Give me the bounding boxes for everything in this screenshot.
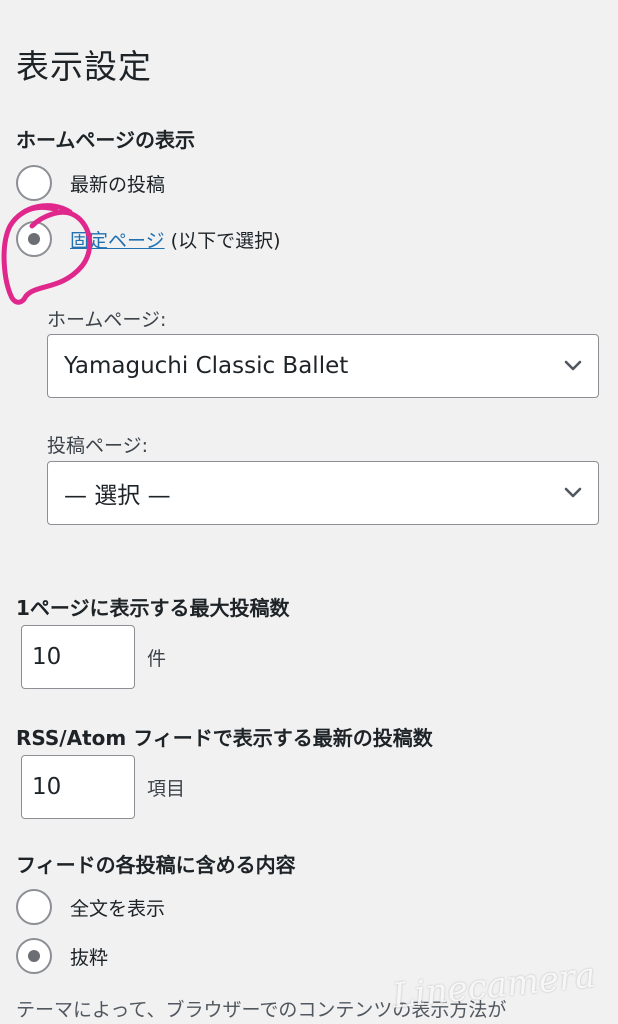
radio-label-full-text: 全文を表示 <box>70 897 166 920</box>
homepage-select-label: ホームページ: <box>47 309 167 331</box>
chevron-down-icon <box>564 487 582 498</box>
homepage-display-heading: ホームページの表示 <box>16 128 195 152</box>
posts-per-page-row: 件 <box>21 625 166 689</box>
feed-posts-unit: 項目 <box>147 777 186 800</box>
radio-label-excerpt: 抜粋 <box>70 946 109 969</box>
posts-page-select[interactable]: — 選択 — <box>47 461 599 525</box>
radio-dot <box>28 233 40 245</box>
feed-posts-row: 項目 <box>21 755 185 819</box>
posts-page-select-value: — 選択 — <box>64 483 171 509</box>
radio-latest-posts[interactable]: 最新の投稿 <box>16 163 165 203</box>
posts-per-page-heading: 1ページに表示する最大投稿数 <box>16 596 290 620</box>
posts-per-page-input[interactable] <box>21 625 135 689</box>
feed-posts-heading: RSS/Atom フィードで表示する最新の投稿数 <box>16 726 433 750</box>
feed-posts-input[interactable] <box>21 755 135 819</box>
static-page-link[interactable]: 固定ページ <box>70 230 165 252</box>
radio-static-page[interactable]: 固定ページ (以下で選択) <box>16 219 281 259</box>
radio-dot <box>28 950 40 962</box>
feed-content-description: テーマによって、ブラウザーでのコンテンツの表示方法が <box>16 999 507 1021</box>
radio-button-selected[interactable] <box>16 938 52 974</box>
feed-content-heading: フィードの各投稿に含める内容 <box>16 853 296 877</box>
static-page-suffix: (以下で選択) <box>164 229 281 252</box>
radio-button[interactable] <box>16 889 52 925</box>
posts-per-page-unit: 件 <box>147 647 167 670</box>
radio-label-latest-posts: 最新の投稿 <box>70 173 166 196</box>
page-title: 表示設定 <box>16 47 152 86</box>
radio-excerpt[interactable]: 抜粋 <box>16 936 108 976</box>
radio-button-selected[interactable] <box>16 221 52 257</box>
homepage-select[interactable]: Yamaguchi Classic Ballet <box>47 334 599 398</box>
posts-page-select-label: 投稿ページ: <box>47 435 149 457</box>
chevron-down-icon <box>564 360 582 371</box>
radio-full-text[interactable]: 全文を表示 <box>16 887 165 927</box>
homepage-select-value: Yamaguchi Classic Ballet <box>64 353 349 379</box>
radio-button[interactable] <box>16 165 52 201</box>
